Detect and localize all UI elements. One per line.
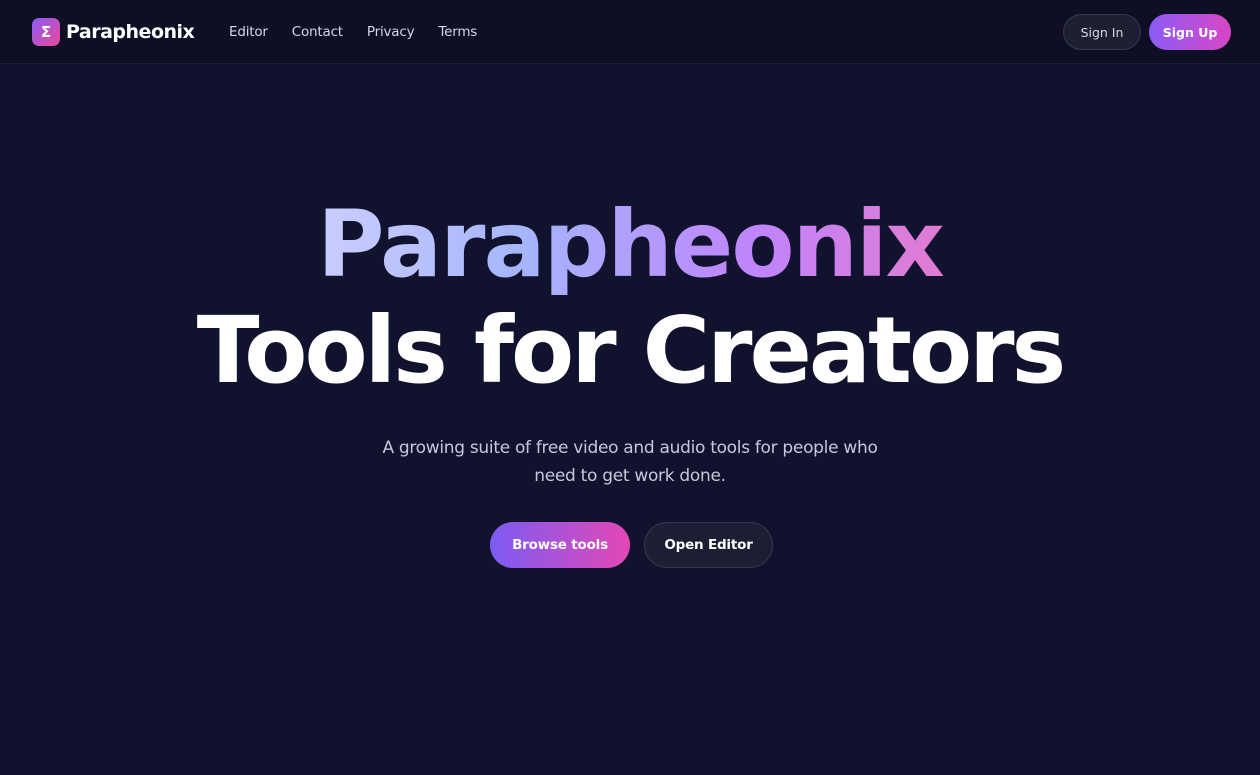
top-navigation-bar: Σ Parapheonix Editor Contact Privacy Ter… xyxy=(0,0,1260,64)
browse-tools-button[interactable]: Browse tools xyxy=(490,522,630,568)
hero-subtitle: A growing suite of free video and audio … xyxy=(382,438,878,486)
nav-item-terms[interactable]: Terms xyxy=(438,22,477,42)
sigma-logo-icon: Σ xyxy=(32,18,60,46)
landing-page: Σ Parapheonix Editor Contact Privacy Ter… xyxy=(0,0,1260,775)
nav-item-editor[interactable]: Editor xyxy=(229,22,268,42)
main-nav: Editor Contact Privacy Terms xyxy=(229,22,501,42)
nav-item-privacy[interactable]: Privacy xyxy=(367,22,415,42)
nav-item-contact[interactable]: Contact xyxy=(292,22,343,42)
brand-logo-link[interactable]: Σ Parapheonix xyxy=(32,18,195,46)
open-editor-button[interactable]: Open Editor xyxy=(644,522,773,568)
hero-title-brand: Parapheonix xyxy=(0,190,1260,300)
sign-up-button[interactable]: Sign Up xyxy=(1149,14,1231,50)
sign-in-button[interactable]: Sign In xyxy=(1063,14,1141,50)
hero-title-tagline: Tools for Creators xyxy=(196,297,1067,404)
brand-name: Parapheonix xyxy=(66,21,195,43)
